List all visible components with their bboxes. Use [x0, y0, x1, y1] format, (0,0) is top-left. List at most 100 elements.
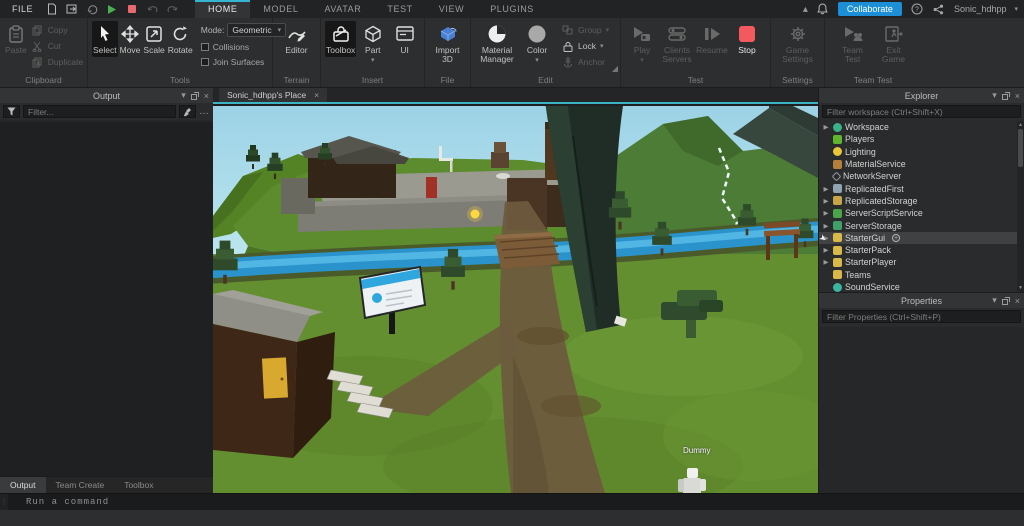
- explorer-scroll-thumb[interactable]: [1018, 129, 1023, 167]
- select-tool-button[interactable]: Select: [92, 21, 118, 57]
- explorer-filter-input[interactable]: [822, 105, 1021, 118]
- expand-arrow-icon[interactable]: ▶: [822, 222, 830, 230]
- save-icon[interactable]: [85, 3, 99, 16]
- flag-icon: [833, 270, 842, 279]
- properties-filter-input[interactable]: [822, 310, 1021, 323]
- explorer-item-networkserver[interactable]: NetworkServer: [819, 170, 1017, 182]
- explorer-item-startergui[interactable]: ▶StarterGui+➤: [819, 232, 1017, 244]
- explorer-popout-icon[interactable]: [1002, 92, 1010, 100]
- material-manager-button[interactable]: Material Manager: [475, 21, 519, 66]
- import-3d-icon: [438, 23, 458, 45]
- place-tab[interactable]: Sonic_hdhpp's Place ×: [219, 88, 327, 102]
- play-test-button[interactable]: Play▾: [625, 21, 659, 67]
- open-icon[interactable]: [65, 3, 79, 16]
- dock-tab-team-create[interactable]: Team Create: [46, 477, 115, 493]
- part-button[interactable]: Part▾: [357, 21, 388, 67]
- team-test-button[interactable]: Team Test: [833, 21, 873, 66]
- cut-button[interactable]: Cut: [29, 39, 85, 53]
- expand-arrow-icon[interactable]: ▶: [822, 209, 830, 217]
- username[interactable]: Sonic_hdhpp: [954, 4, 1007, 14]
- collapse-ribbon-icon[interactable]: ▴: [803, 4, 808, 15]
- lock-button[interactable]: Lock▾: [559, 39, 611, 53]
- stop-test-button[interactable]: Stop: [730, 21, 764, 57]
- group-button[interactable]: Group▾: [559, 23, 611, 37]
- ribbon-tab-model[interactable]: MODEL: [250, 0, 311, 18]
- explorer-item-materialservice[interactable]: MaterialService: [819, 158, 1017, 170]
- username-caret-icon[interactable]: ▾: [1014, 5, 1018, 13]
- file-menu[interactable]: FILE: [6, 4, 39, 14]
- scroll-up-icon[interactable]: ▲: [1017, 122, 1024, 128]
- explorer-item-serverstorage[interactable]: ▶ServerStorage: [819, 219, 1017, 231]
- ribbon-tab-home[interactable]: HOME: [195, 0, 250, 18]
- game-3d-scene[interactable]: Dummy: [213, 106, 818, 493]
- expand-arrow-icon[interactable]: ▶: [822, 197, 830, 205]
- notifications-bell-icon[interactable]: [816, 3, 830, 16]
- explorer-item-replicatedstorage[interactable]: ▶ReplicatedStorage: [819, 195, 1017, 207]
- properties-close-icon[interactable]: ×: [1015, 296, 1020, 306]
- expand-arrow-icon[interactable]: ▶: [822, 258, 830, 266]
- explorer-item-serverscriptservice[interactable]: ▶ServerScriptService: [819, 207, 1017, 219]
- move-icon: [121, 23, 139, 45]
- output-more-icon[interactable]: …: [199, 106, 210, 117]
- explorer-item-teams[interactable]: Teams: [819, 269, 1017, 281]
- expand-arrow-icon[interactable]: ▶: [822, 246, 830, 254]
- rotate-tool-button[interactable]: Rotate: [167, 21, 194, 57]
- output-filter-funnel-icon[interactable]: [3, 105, 20, 118]
- expand-arrow-icon[interactable]: ▶: [822, 185, 830, 193]
- clients-servers-button[interactable]: Clients Servers: [660, 21, 694, 66]
- explorer-item-workspace[interactable]: ▶Workspace: [819, 121, 1017, 133]
- properties-collapse-icon[interactable]: ▾: [992, 295, 997, 306]
- scale-tool-button[interactable]: Scale: [142, 21, 165, 57]
- share-icon[interactable]: [932, 3, 946, 16]
- copy-button[interactable]: Copy: [29, 23, 85, 37]
- command-bar-grip[interactable]: ⋮: [0, 494, 8, 510]
- explorer-close-icon[interactable]: ×: [1015, 91, 1020, 101]
- ui-button[interactable]: UI: [389, 21, 420, 57]
- ribbon-tab-avatar[interactable]: AVATAR: [311, 0, 374, 18]
- dock-tab-toolbox[interactable]: Toolbox: [114, 477, 163, 493]
- paste-button[interactable]: Paste: [4, 21, 28, 57]
- explorer-item-starterplayer[interactable]: ▶StarterPlayer: [819, 256, 1017, 268]
- duplicate-button[interactable]: Duplicate: [29, 55, 85, 69]
- place-tab-close-icon[interactable]: ×: [314, 90, 319, 100]
- help-icon[interactable]: ?: [910, 3, 924, 16]
- explorer-collapse-icon[interactable]: ▾: [992, 90, 997, 101]
- move-tool-button[interactable]: Move: [119, 21, 142, 57]
- toolbox-button[interactable]: Toolbox: [325, 21, 356, 57]
- terrain-editor-button[interactable]: Editor: [280, 21, 314, 57]
- output-log[interactable]: [0, 122, 213, 476]
- clear-output-broom-icon[interactable]: [179, 105, 196, 118]
- explorer-item-replicatedfirst[interactable]: ▶ReplicatedFirst: [819, 182, 1017, 194]
- play-icon[interactable]: [105, 3, 119, 16]
- explorer-item-soundservice[interactable]: SoundService: [819, 281, 1017, 292]
- exit-game-button[interactable]: Exit Game: [874, 21, 914, 66]
- anchor-button[interactable]: Anchor: [559, 55, 611, 69]
- explorer-item-players[interactable]: Players: [819, 133, 1017, 145]
- output-collapse-icon[interactable]: ▾: [181, 90, 186, 101]
- resume-button[interactable]: Resume: [695, 21, 729, 57]
- stop-icon[interactable]: [125, 3, 139, 16]
- color-button[interactable]: Color▾: [520, 21, 554, 67]
- edit-expand-icon[interactable]: ◢: [612, 64, 618, 73]
- collaborate-button[interactable]: Collaborate: [838, 2, 902, 16]
- scroll-down-icon[interactable]: ▼: [1017, 285, 1024, 291]
- ribbon-tab-test[interactable]: TEST: [374, 0, 425, 18]
- explorer-item-lighting[interactable]: Lighting: [819, 146, 1017, 158]
- explorer-item-starterpack[interactable]: ▶StarterPack: [819, 244, 1017, 256]
- add-instance-icon[interactable]: +: [892, 234, 900, 242]
- import-3d-button[interactable]: Import 3D: [431, 21, 465, 66]
- output-close-icon[interactable]: ×: [204, 91, 209, 101]
- properties-popout-icon[interactable]: [1002, 297, 1010, 305]
- output-filter-input[interactable]: [23, 105, 176, 118]
- new-file-icon[interactable]: [45, 3, 59, 16]
- game-settings-button[interactable]: Game Settings: [776, 21, 820, 66]
- ribbon-tab-view[interactable]: VIEW: [426, 0, 477, 18]
- ribbon-tab-plugins[interactable]: PLUGINS: [477, 0, 547, 18]
- undo-icon[interactable]: [145, 3, 159, 16]
- explorer-scrollbar[interactable]: ▲ ▼: [1017, 121, 1024, 292]
- dock-tab-output[interactable]: Output: [0, 477, 46, 493]
- command-input[interactable]: [8, 497, 1024, 507]
- redo-icon[interactable]: [165, 3, 179, 16]
- output-popout-icon[interactable]: [191, 92, 199, 100]
- expand-arrow-icon[interactable]: ▶: [822, 123, 830, 131]
